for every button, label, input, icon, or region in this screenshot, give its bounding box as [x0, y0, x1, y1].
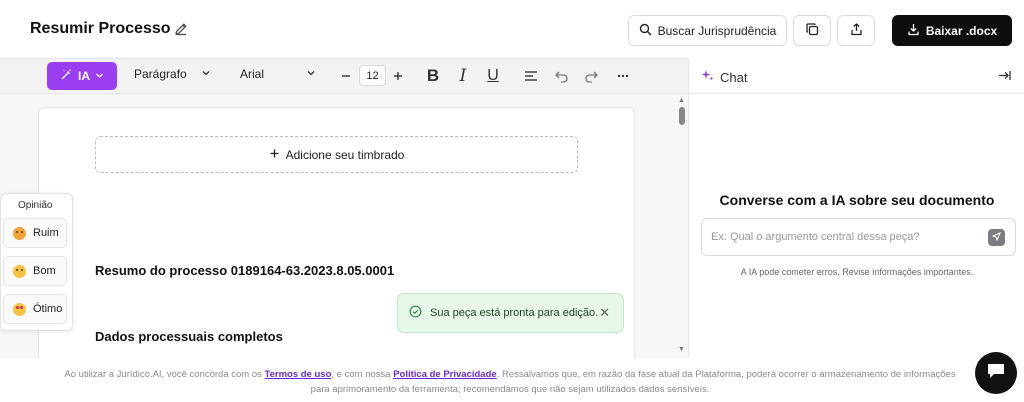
more-options-icon[interactable] [614, 67, 632, 85]
chat-header: Chat [689, 58, 1024, 94]
chat-panel: Chat Converse com a IA sobre seu documen… [688, 58, 1024, 358]
font-family-value: Arial [240, 67, 265, 81]
send-icon [991, 231, 1001, 244]
page-title: Resumir Processo [30, 20, 171, 37]
magic-wand-icon [60, 68, 73, 84]
feedback-option-label: Ruim [33, 227, 59, 239]
footer-disclaimer: Ao utilizar a Jurídico.AI, você concorda… [60, 367, 960, 397]
minus-icon[interactable] [337, 67, 355, 85]
scroll-thumb[interactable] [679, 107, 685, 125]
toast-message: Sua peça está pronta para edição. [430, 307, 599, 319]
chevron-down-icon [95, 69, 104, 83]
document-heading-data[interactable]: Dados processuais completos [95, 329, 283, 344]
document-heading-summary[interactable]: Resumo do processo 0189164-63.2023.8.05.… [95, 263, 394, 278]
download-docx-label: Baixar .docx [925, 23, 998, 38]
ia-menu-button[interactable]: IA [47, 62, 117, 90]
search-jurisprudence-button[interactable]: Buscar Jurisprudência [628, 15, 787, 46]
feedback-title: Opinião [18, 200, 53, 211]
success-toast: Sua peça está pronta para edição. ✕ [397, 293, 624, 333]
redo-icon[interactable] [582, 67, 600, 85]
font-family-select[interactable]: Arial [240, 67, 316, 81]
undo-icon[interactable] [552, 67, 570, 85]
pencil-edit-icon[interactable] [173, 21, 189, 37]
terms-of-use-link[interactable]: Termos de uso [265, 369, 332, 380]
editor-toolbar: IA Parágrafo Arial 12 B I U [0, 58, 688, 94]
add-letterhead-label: Adicione seu timbrado [285, 147, 405, 162]
support-chat-button[interactable] [975, 352, 1017, 394]
privacy-policy-link[interactable]: Política de Privacidade [393, 369, 497, 380]
download-docx-button[interactable]: Baixar .docx [892, 15, 1012, 46]
sparkle-icon [701, 69, 714, 85]
chat-input-placeholder: Ex: Qual o argumento central dessa peça? [711, 231, 920, 243]
share-upload-icon [850, 22, 863, 39]
share-button[interactable] [837, 15, 875, 46]
chat-input[interactable]: Ex: Qual o argumento central dessa peça? [701, 218, 1016, 256]
font-size-input[interactable]: 12 [359, 65, 386, 86]
paragraph-style-value: Parágrafo [134, 67, 187, 81]
feedback-bad-button[interactable]: Ruim [3, 218, 67, 248]
bold-icon[interactable]: B [424, 66, 442, 85]
chat-heading: Converse com a IA sobre seu documento [719, 192, 995, 208]
collapse-panel-icon[interactable] [998, 69, 1011, 85]
scroll-down-arrow-icon[interactable]: ▼ [678, 346, 685, 353]
paragraph-style-select[interactable]: Parágrafo [134, 67, 211, 81]
plus-icon[interactable] [389, 67, 407, 85]
scroll-up-arrow-icon[interactable]: ▲ [678, 97, 685, 104]
smile-face-icon [13, 264, 26, 278]
chevron-down-icon [201, 67, 211, 81]
feedback-option-label: Bom [33, 265, 56, 277]
top-header: Resumir Processo Buscar Jurisprudência B… [0, 0, 1024, 58]
underline-icon[interactable]: U [484, 67, 502, 85]
feedback-good-button[interactable]: Bom [3, 256, 67, 286]
heart-eyes-face-icon [13, 302, 26, 316]
chat-title: Chat [701, 69, 747, 85]
download-icon [907, 23, 920, 39]
feedback-option-label: Ótimo [33, 303, 63, 315]
align-left-icon[interactable] [522, 67, 540, 85]
footer-text-part: Ao utilizar a Jurídico.AI, você concorda… [64, 369, 262, 380]
chat-bubble-icon [986, 362, 1006, 385]
search-icon [639, 23, 652, 39]
editor-scrollbar[interactable]: ▲ ▼ [676, 94, 688, 358]
chevron-down-icon [306, 67, 316, 81]
footer: Ao utilizar a Jurídico.AI, você concorda… [0, 358, 1024, 402]
footer-text-part: , e com nossa [331, 369, 391, 380]
copy-icon [805, 22, 819, 39]
chat-title-label: Chat [720, 69, 748, 85]
close-icon[interactable]: ✕ [599, 305, 610, 321]
feedback-great-button[interactable]: Ótimo [3, 294, 67, 324]
plus-icon [269, 148, 280, 162]
send-button[interactable] [988, 229, 1005, 246]
grimace-face-icon [13, 226, 26, 240]
ia-label: IA [78, 69, 90, 83]
check-circle-icon [409, 305, 422, 321]
add-letterhead-button[interactable]: Adicione seu timbrado [95, 136, 578, 173]
copy-button[interactable] [793, 15, 831, 46]
chat-disclaimer: A IA pode cometer erros. Revise informaç… [740, 267, 974, 277]
feedback-widget: Opinião Ruim Bom Ótimo [0, 193, 73, 331]
italic-icon[interactable]: I [454, 66, 472, 86]
search-jurisprudence-label: Buscar Jurisprudência [657, 23, 777, 38]
